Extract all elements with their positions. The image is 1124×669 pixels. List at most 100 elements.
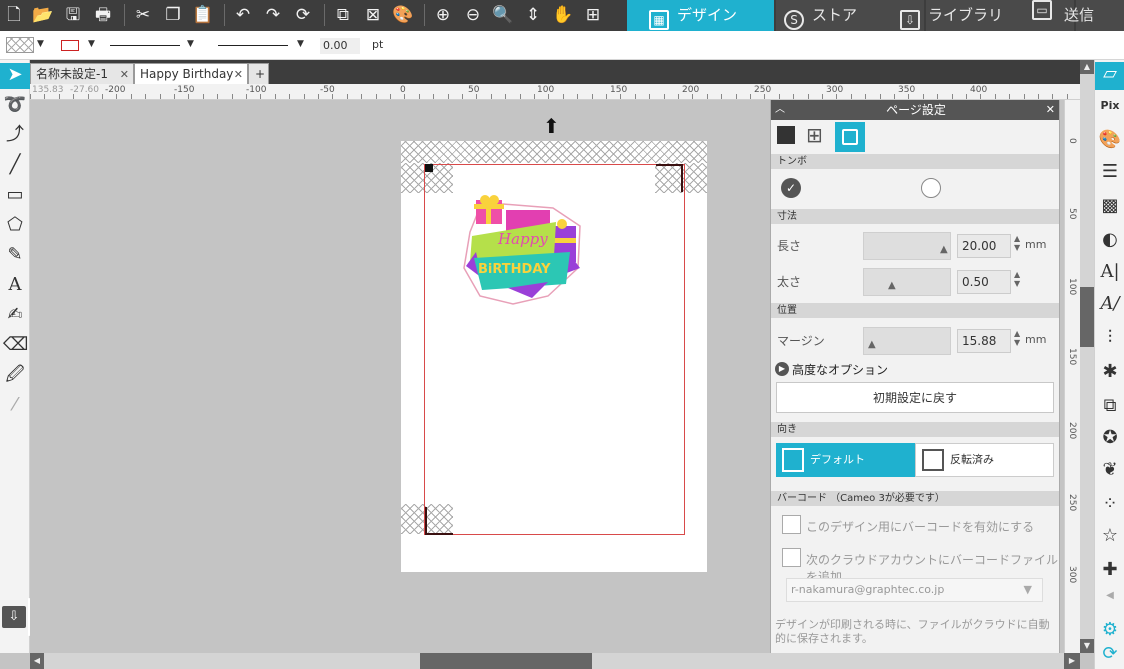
barcode-enable-checkbox[interactable] — [782, 515, 801, 534]
select-arrow-icon[interactable]: ➤ — [0, 63, 30, 89]
tonbo-type2-radio[interactable] — [921, 178, 941, 198]
expand-triangle-icon[interactable]: ▶ — [775, 362, 789, 376]
spinner-arrows-icon[interactable]: ▲ ▼ — [1014, 329, 1020, 347]
happy-birthday-design[interactable]: Happy BiRTHDAY — [458, 192, 588, 308]
length-slider[interactable]: ▲ — [863, 232, 951, 260]
scroll-thumb[interactable] — [1080, 287, 1094, 347]
select-all-icon[interactable]: ⧉ — [332, 4, 354, 26]
drag-zoom-icon[interactable]: ⇕ — [522, 4, 544, 26]
spinner-arrows-icon[interactable]: ▲ ▼ — [1014, 270, 1020, 288]
page-tab-icon[interactable] — [777, 126, 795, 144]
horizontal-scrollbar[interactable]: ◀ ▶ — [30, 653, 1080, 669]
fill-pattern-swatch[interactable] — [6, 37, 34, 53]
page-up-arrow-icon[interactable]: ⬆ — [543, 116, 560, 136]
copy-icon[interactable]: ❐ — [162, 4, 184, 26]
document-tab[interactable]: Happy Birthday ✕ — [134, 63, 248, 84]
margin-input[interactable]: 15.88 — [957, 329, 1011, 353]
collapse-chevron-icon[interactable]: ︿ — [775, 100, 785, 120]
bezier-icon[interactable]: ⤴ — [3, 123, 27, 147]
line-style-icon[interactable]: ☰ — [1098, 160, 1122, 184]
advanced-options-toggle[interactable]: 高度なオプション — [792, 361, 888, 378]
new-file-icon[interactable]: 🗋 — [3, 4, 25, 26]
eraser-tool-icon[interactable]: ⌫ — [3, 333, 28, 357]
paste-icon[interactable]: 📋 — [192, 4, 214, 26]
puzzle-icon[interactable]: ✚ — [1098, 558, 1122, 582]
scroll-right-arrow-icon[interactable]: ▶ — [1064, 653, 1080, 669]
chevron-down-icon[interactable]: ▼ — [297, 39, 304, 49]
registration-tab-icon[interactable] — [835, 122, 865, 152]
chevron-down-icon[interactable]: ▼ — [187, 39, 194, 49]
library-folder-icon[interactable]: ⇩ — [2, 606, 26, 628]
fit-to-page-icon[interactable]: ⊞ — [582, 4, 604, 26]
star-badge-icon[interactable]: ✪ — [1098, 426, 1122, 450]
text-tool-icon[interactable]: A — [3, 273, 27, 297]
reset-defaults-button[interactable]: 初期設定に戻す — [776, 382, 1054, 413]
chevron-left-icon[interactable]: ◀ — [1098, 584, 1122, 608]
tab-design[interactable]: ▦ デザイン — [627, 0, 774, 31]
line-end-preview[interactable] — [218, 45, 288, 46]
thickness-slider[interactable]: ▲ — [863, 268, 951, 296]
scroll-left-arrow-icon[interactable]: ◀ — [30, 653, 44, 669]
scroll-up-arrow-icon[interactable]: ▲ — [1080, 60, 1094, 74]
gear-icon[interactable]: ⚙ — [1098, 618, 1122, 642]
rhinestone-icon[interactable]: ⁘ — [1098, 492, 1122, 516]
transparency-icon[interactable]: ◐ — [1098, 228, 1122, 252]
palette-icon[interactable]: 🎨 — [1098, 128, 1122, 152]
rectangle-tool-icon[interactable]: ▭ — [3, 183, 27, 207]
vertical-scrollbar[interactable]: ▲ ▼ — [1080, 60, 1094, 653]
zoom-box-icon[interactable]: 🔍 — [492, 4, 514, 26]
transform-icon[interactable]: ✱ — [1098, 360, 1122, 384]
select-by-color-icon[interactable]: 🎨 — [392, 4, 414, 26]
tab-send[interactable]: ▭ 送信 — [1032, 0, 1124, 31]
modify-icon[interactable]: ⧉ — [1098, 394, 1122, 418]
text-style-icon[interactable]: A| — [1098, 260, 1122, 284]
redraw-icon[interactable]: ⟳ — [292, 4, 314, 26]
undo-icon[interactable]: ↶ — [232, 4, 254, 26]
margin-slider[interactable]: ▲ — [863, 327, 951, 355]
close-icon[interactable]: ✕ — [120, 64, 129, 85]
orientation-default-button[interactable]: デフォルト — [776, 443, 915, 477]
close-icon[interactable]: ✕ — [234, 64, 243, 85]
star-outline-icon[interactable]: ☆ — [1098, 524, 1122, 548]
align-icon[interactable]: ⫶ — [1098, 326, 1122, 350]
cut-icon[interactable]: ✂ — [132, 4, 154, 26]
grid-tab-icon[interactable]: ⊞ — [806, 124, 823, 146]
text-path-icon[interactable]: A/ — [1098, 292, 1122, 316]
orientation-flipped-button[interactable]: 反転済み — [915, 443, 1054, 477]
slider-thumb[interactable]: ▲ — [868, 339, 876, 350]
length-input[interactable]: 20.00 — [957, 234, 1011, 258]
tonbo-type1-radio[interactable]: ✓ — [781, 178, 801, 198]
add-tab-button[interactable]: + — [248, 63, 269, 84]
scroll-thumb[interactable] — [420, 653, 592, 669]
thickness-input[interactable]: 0.50 — [957, 270, 1011, 294]
slider-thumb[interactable]: ▲ — [940, 244, 948, 255]
polygon-tool-icon[interactable]: ⬠ — [3, 213, 27, 237]
document-tab[interactable]: 名称未設定-1 ✕ — [30, 63, 134, 84]
sketch-tool-icon[interactable]: ✍ — [3, 303, 27, 327]
sync-icon[interactable]: ⟳ — [1098, 642, 1122, 666]
pixscan-icon[interactable]: Pix — [1098, 94, 1122, 118]
line-tool-icon[interactable]: ╱ — [3, 153, 27, 177]
pencil-tool-icon[interactable]: ✎ — [3, 243, 27, 267]
page-settings-icon[interactable]: ▱ — [1095, 62, 1124, 90]
cloud-account-select[interactable]: r-nakamura@graphtec.co.jp ▼ — [786, 578, 1043, 602]
scroll-down-arrow-icon[interactable]: ▼ — [1080, 639, 1094, 653]
pan-hand-icon[interactable]: ✋ — [552, 4, 574, 26]
print-icon[interactable]: 🖶 — [92, 4, 114, 26]
line-color-swatch[interactable] — [61, 40, 79, 51]
close-icon[interactable]: ✕ — [1046, 100, 1055, 120]
knife-tool-icon[interactable]: 🖉 — [3, 363, 27, 387]
edit-points-icon[interactable]: ➰ — [3, 93, 27, 117]
spinner-arrows-icon[interactable]: ▲ ▼ — [1014, 234, 1020, 252]
zoom-in-icon[interactable]: ⊕ — [432, 4, 454, 26]
fill-pattern-icon[interactable]: ▩ — [1098, 194, 1122, 218]
eyedropper-icon[interactable]: ⁄ — [3, 393, 27, 417]
trace-icon[interactable]: ❦ — [1098, 458, 1122, 482]
chevron-down-icon[interactable]: ▼ — [37, 39, 44, 49]
redo-icon[interactable]: ↷ — [262, 4, 284, 26]
chevron-down-icon[interactable]: ▼ — [88, 39, 95, 49]
barcode-cloud-checkbox[interactable] — [782, 548, 801, 567]
zoom-out-icon[interactable]: ⊖ — [462, 4, 484, 26]
slider-thumb[interactable]: ▲ — [888, 280, 896, 291]
open-folder-icon[interactable]: 📂 — [32, 4, 54, 26]
